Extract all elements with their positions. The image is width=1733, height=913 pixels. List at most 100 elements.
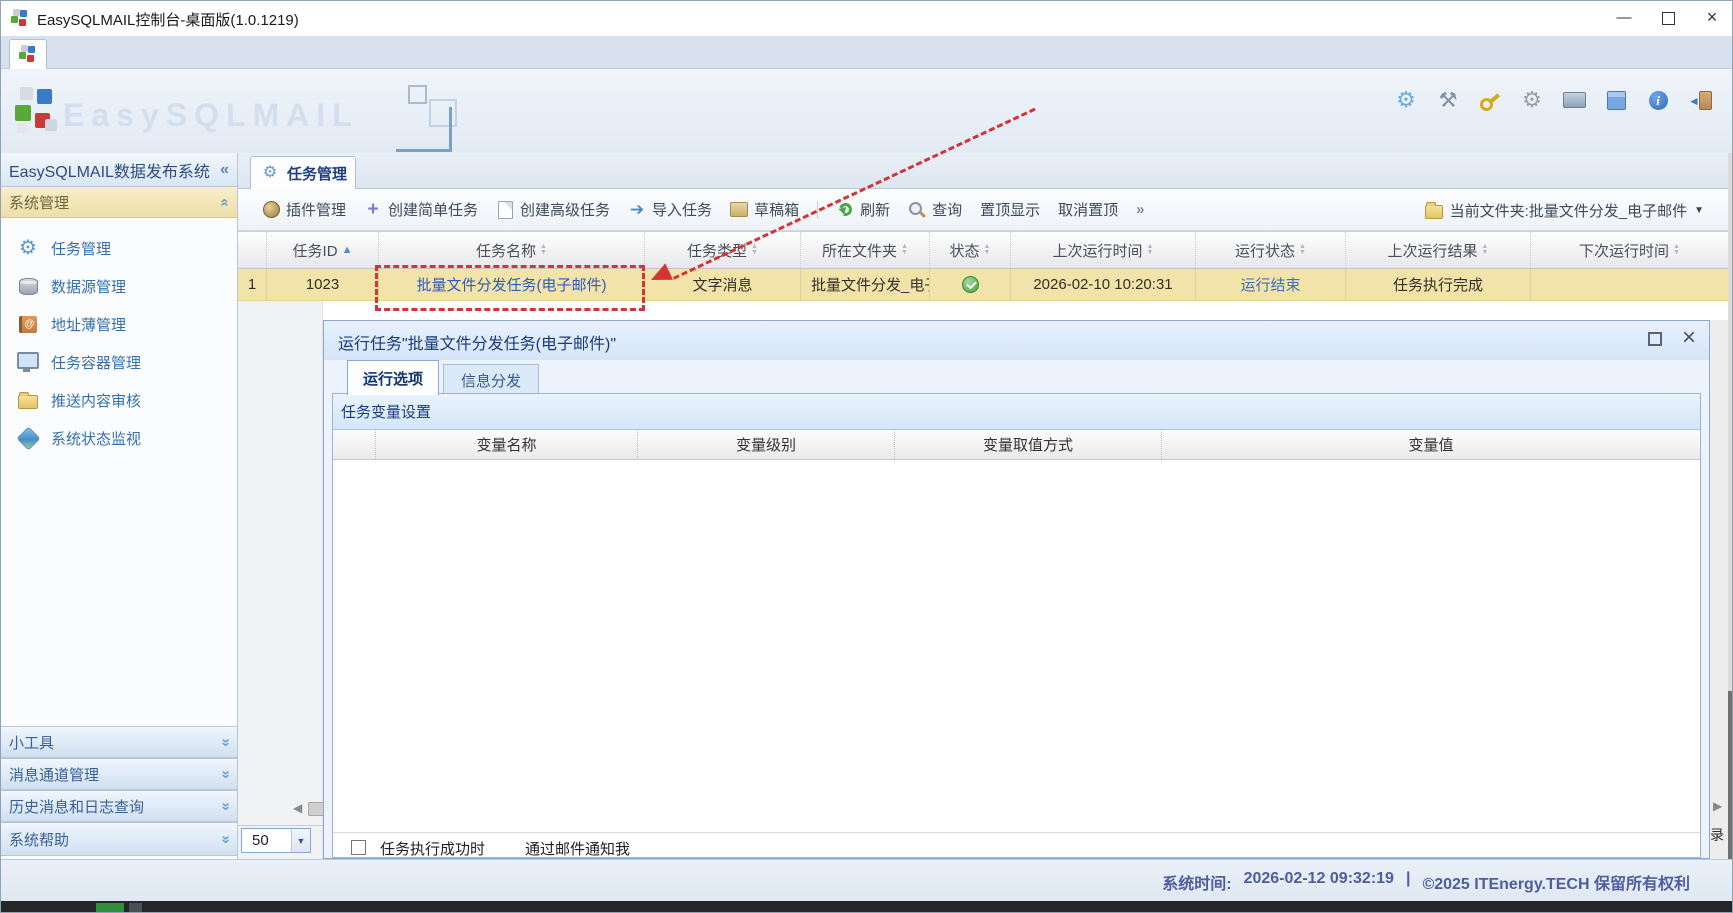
folder-icon: [1424, 201, 1443, 219]
sidebar-section-tools[interactable]: 小工具 «: [1, 726, 237, 758]
decor-square-icon: [408, 85, 427, 104]
page-size-select[interactable]: 50 ▼: [241, 828, 311, 853]
tools-icon[interactable]: ⚒: [1436, 88, 1460, 112]
refresh-button[interactable]: 刷新: [836, 199, 890, 220]
sidebar-section-system-help[interactable]: 系统帮助 «: [1, 822, 237, 856]
sort-icons: ▲ ▼: [1481, 243, 1489, 256]
sidebar-item-container-management[interactable]: 任务容器管理: [1, 343, 237, 381]
system-time-value: 2026-02-12 09:32:19: [1243, 870, 1394, 887]
drive-icon[interactable]: [1562, 88, 1586, 112]
status-bar: 系统时间: 2026-02-12 09:32:19 | ©2025 ITEner…: [1, 859, 1732, 901]
hscroll-left-arrow-icon[interactable]: ◀: [293, 801, 302, 815]
globe-icon: [15, 425, 41, 451]
cell-task-name[interactable]: 批量文件分发任务(电子邮件): [379, 269, 645, 300]
cell-task-id: 1023: [267, 269, 379, 300]
create-advanced-task-button[interactable]: 创建高级任务: [496, 199, 610, 220]
window-title: EasySQLMAIL控制台-桌面版(1.0.1219): [37, 12, 299, 29]
hscroll-thumb[interactable]: [308, 802, 324, 816]
system-time-label: 系统时间:: [1162, 876, 1232, 893]
row-number: 1: [238, 269, 267, 300]
plugin-management-button[interactable]: 插件管理: [262, 199, 346, 220]
cell-last-run-time: 2026-02-10 10:20:31: [1011, 269, 1196, 300]
sidebar-item-system-status-monitor[interactable]: 系统状态监视: [1, 419, 237, 457]
plugin-icon: [262, 201, 280, 219]
column-header-rownum: [238, 232, 267, 268]
notify-option-row: 任务执行成功时 通过邮件通知我: [333, 838, 1700, 859]
address-book-icon: @: [17, 313, 39, 335]
unpin-top-button[interactable]: 取消置顶: [1058, 199, 1118, 220]
current-folder-selector[interactable]: 当前文件夹:批量文件分发_电子邮件 ▼: [1424, 189, 1704, 231]
pin-top-button[interactable]: 置顶显示: [980, 199, 1040, 220]
tab-task-management[interactable]: ⚙ 任务管理: [250, 156, 356, 189]
dialog-divider: [333, 832, 1700, 833]
tab-run-options[interactable]: 运行选项: [347, 360, 439, 395]
tab-info-dispatch[interactable]: 信息分发: [443, 364, 539, 395]
sort-icons: ▲ ▼: [901, 243, 908, 256]
sidebar-section-history-logs[interactable]: 历史消息和日志查询 «: [1, 790, 237, 822]
column-header-next-run-time[interactable]: 下次运行时间 ▲ ▼: [1531, 232, 1728, 268]
maximize-button[interactable]: [1646, 1, 1690, 36]
variable-table-header: 变量名称 变量级别 变量取值方式 变量值: [333, 430, 1700, 460]
sidebar-section-message-channels[interactable]: 消息通道管理 «: [1, 758, 237, 790]
sort-icons: ▲ ▼: [1146, 243, 1154, 256]
cell-run-status: 运行结束: [1196, 269, 1346, 300]
cell-status: [930, 269, 1011, 300]
sidebar-item-push-content-review[interactable]: 推送内容审核: [1, 381, 237, 419]
record-count-fragment: 录: [1710, 827, 1724, 843]
cell-folder: 批量文件分发_电子邮件: [801, 269, 930, 300]
status-ok-icon: [961, 276, 979, 293]
sidebar-item-task-management[interactable]: ⚙ 任务管理: [1, 229, 237, 267]
chevron-down-icon: «: [216, 737, 234, 747]
chevron-down-icon: «: [216, 769, 234, 779]
query-button[interactable]: 查询: [908, 199, 962, 220]
page-size-value: 50: [252, 832, 269, 849]
column-header-task-name[interactable]: 任务名称 ▲ ▼: [379, 232, 645, 268]
notify-checkbox[interactable]: [351, 840, 366, 855]
minimize-button[interactable]: —: [1602, 1, 1646, 36]
sidebar-header[interactable]: EasySQLMAIL数据发布系统 «: [1, 153, 237, 187]
sidebar-section-system[interactable]: 系统管理 «: [1, 187, 237, 218]
column-header-folder[interactable]: 所在文件夹 ▲ ▼: [801, 232, 930, 268]
run-task-dialog: 运行任务"批量文件分发任务(电子邮件)" × 运行选项 信息分发 任务变量设置 …: [323, 320, 1710, 859]
column-header-run-status[interactable]: 运行状态 ▲ ▼: [1196, 232, 1346, 268]
column-header-last-run-time[interactable]: 上次运行时间 ▲ ▼: [1011, 232, 1196, 268]
key-icon[interactable]: [1478, 88, 1502, 112]
column-header-status[interactable]: 状态 ▲ ▼: [930, 232, 1011, 268]
dialog-content: 任务变量设置 变量名称 变量级别 变量取值方式 变量值 任务执行成功时 通过邮件…: [332, 393, 1701, 858]
info-icon[interactable]: i: [1646, 88, 1670, 112]
toolbar-overflow-icon[interactable]: »: [1136, 201, 1144, 218]
column-header-task-type[interactable]: 任务类型 ▲ ▼: [645, 232, 801, 268]
dialog-close-button[interactable]: ×: [1676, 323, 1702, 353]
vertical-scrollbar-thumb[interactable]: [1728, 691, 1732, 859]
var-column-rownum: [333, 430, 376, 459]
create-simple-task-button[interactable]: + 创建简单任务: [364, 199, 478, 220]
sidebar-item-addressbook-management[interactable]: @ 地址薄管理: [1, 305, 237, 343]
sort-icons: ▲ ▼: [751, 243, 758, 256]
dropdown-icon: ▼: [1694, 204, 1704, 216]
close-button[interactable]: ×: [1690, 1, 1732, 36]
select-arrow-icon: ▼: [291, 829, 310, 852]
chevron-up-icon: «: [216, 197, 234, 207]
dialog-maximize-button[interactable]: [1648, 332, 1662, 346]
column-header-task-id[interactable]: 任务ID ▲: [267, 232, 379, 268]
pager-divider: [238, 825, 323, 826]
cell-next-run-time: [1531, 269, 1728, 300]
collapse-sidebar-icon[interactable]: «: [220, 161, 229, 179]
hscroll-right-arrow-icon[interactable]: ▶: [1713, 799, 1722, 813]
table-row[interactable]: 1 1023 批量文件分发任务(电子邮件) 文字消息 批量文件分发_电子邮件 2…: [238, 269, 1728, 301]
content-tab-bar: ⚙ 任务管理: [238, 153, 1732, 189]
sidebar-item-datasource-management[interactable]: 数据源管理: [1, 267, 237, 305]
settings-gear-icon[interactable]: ⚙: [1394, 88, 1418, 112]
draftbox-button[interactable]: 草稿箱: [730, 199, 799, 220]
column-header-last-run-result[interactable]: 上次运行结果 ▲ ▼: [1346, 232, 1531, 268]
task-name-link[interactable]: 批量文件分发任务(电子邮件): [417, 274, 607, 295]
import-task-button[interactable]: ➔ 导入任务: [628, 199, 712, 220]
sidebar-title: EasySQLMAIL数据发布系统: [9, 163, 210, 181]
cube-icon[interactable]: [1604, 88, 1628, 112]
notify-label-1: 任务执行成功时: [380, 841, 486, 858]
gear-icon: ⚙: [19, 237, 37, 259]
var-column-level: 变量级别: [638, 430, 895, 459]
service-gear-icon[interactable]: ⚙: [1520, 88, 1544, 112]
exit-icon[interactable]: ◄: [1688, 88, 1712, 112]
app-tab[interactable]: [9, 39, 47, 69]
